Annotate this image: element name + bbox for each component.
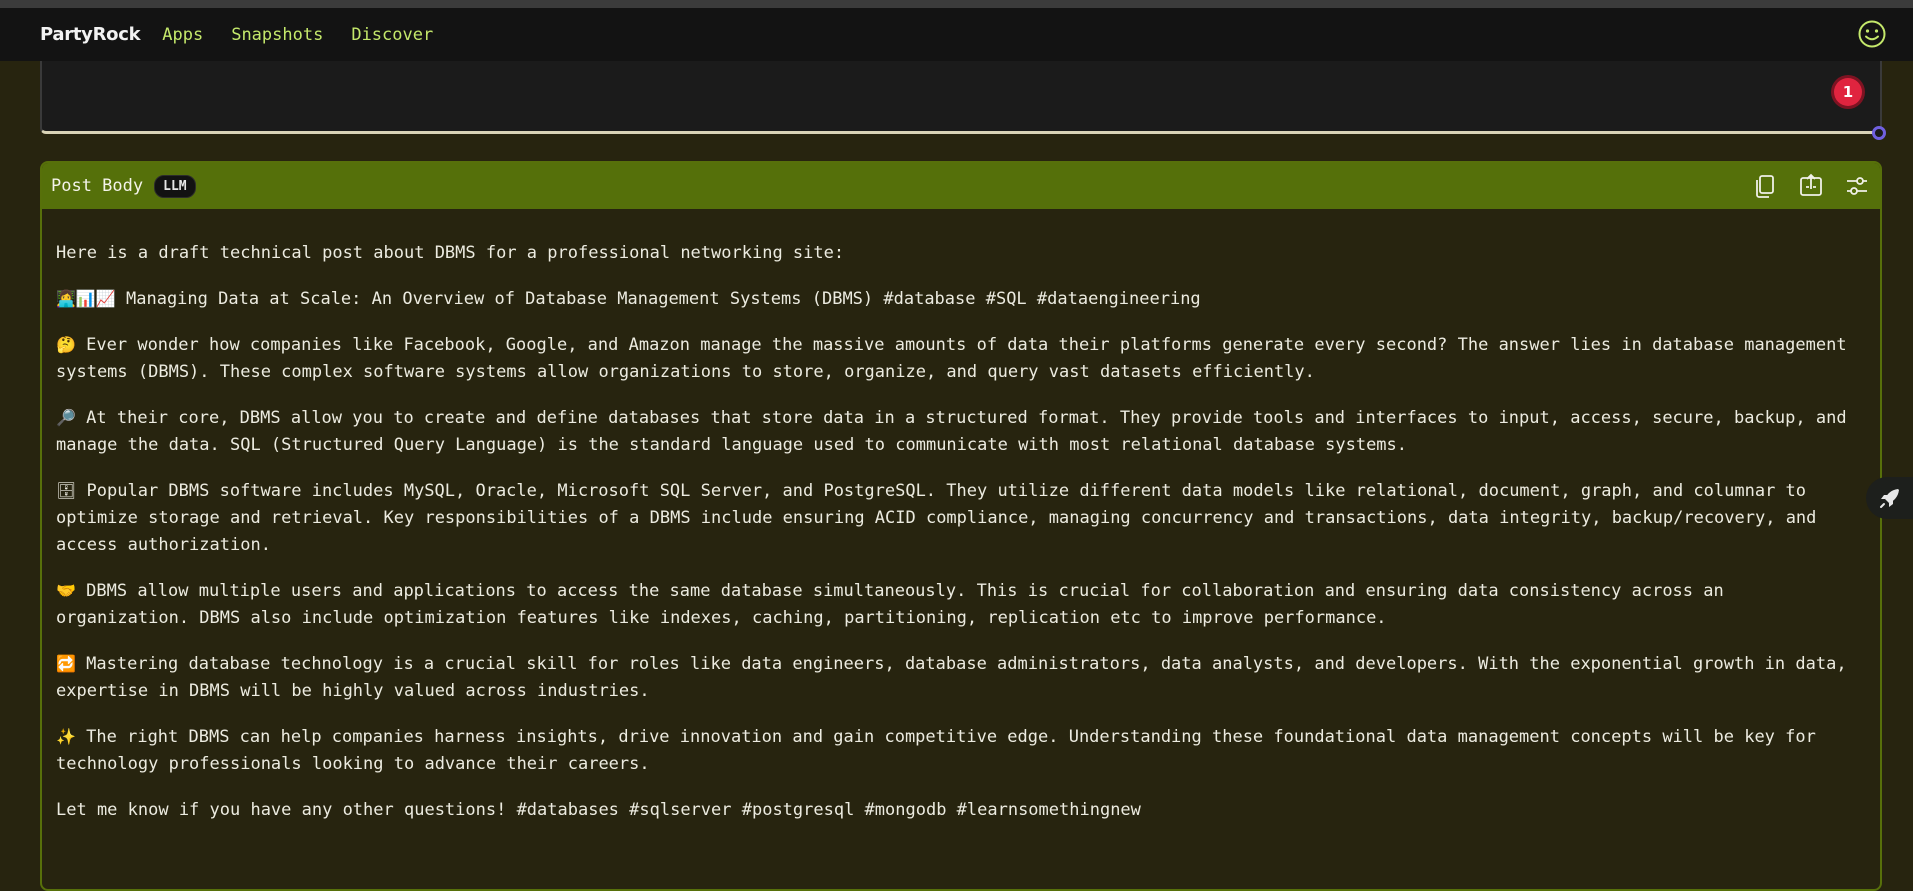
nav-link-apps[interactable]: Apps	[162, 25, 203, 45]
top-navbar: PartyRock Apps Snapshots Discover	[0, 8, 1913, 61]
paragraph-emoji: 🔁	[56, 654, 76, 673]
paragraph-text: Ever wonder how companies like Facebook,…	[56, 335, 1857, 382]
post-body-widget: Post Body LLM Here is a draft technical …	[40, 161, 1882, 891]
brand-logo[interactable]: PartyRock	[40, 24, 141, 45]
paragraph-text: The right DBMS can help companies harnes…	[56, 727, 1827, 774]
post-paragraph: 👩‍💻📊📈 Managing Data at Scale: An Overvie…	[56, 285, 1866, 313]
post-paragraph: Let me know if you have any other questi…	[56, 796, 1866, 824]
paragraph-text: Managing Data at Scale: An Overview of D…	[115, 289, 1201, 309]
paragraph-emoji: 👩‍💻📊📈	[56, 289, 116, 308]
widget-actions	[1752, 173, 1870, 199]
post-paragraph: 🗄 Popular DBMS software includes MySQL, …	[56, 477, 1866, 559]
paragraph-text: At their core, DBMS allow you to create …	[56, 408, 1857, 455]
browser-top-strip	[0, 0, 1913, 8]
nav-link-snapshots[interactable]: Snapshots	[231, 25, 323, 45]
rocket-launch-icon[interactable]	[1866, 477, 1913, 519]
paragraph-text: Mastering database technology is a cruci…	[56, 654, 1857, 701]
settings-sliders-icon[interactable]	[1844, 173, 1870, 199]
post-paragraph: 🤔 Ever wonder how companies like Faceboo…	[56, 331, 1866, 386]
paragraph-emoji: 🔎	[56, 408, 76, 427]
paragraph-text: Here is a draft technical post about DBM…	[56, 243, 845, 263]
post-paragraph: ✨ The right DBMS can help companies harn…	[56, 723, 1866, 778]
export-icon[interactable]	[1798, 173, 1824, 199]
post-paragraph: 🔎 At their core, DBMS allow you to creat…	[56, 404, 1866, 459]
paragraph-emoji: 🗄	[56, 481, 77, 500]
paragraph-emoji: 🤝	[56, 581, 76, 600]
smiley-face-icon[interactable]	[1857, 19, 1887, 49]
paragraph-text: DBMS allow multiple users and applicatio…	[56, 581, 1734, 628]
widget-output: Here is a draft technical post about DBM…	[42, 209, 1880, 824]
copy-icon[interactable]	[1752, 173, 1778, 199]
paragraph-text: Let me know if you have any other questi…	[56, 800, 1141, 820]
resize-handle[interactable]	[1872, 126, 1886, 140]
post-paragraph: 🔁 Mastering database technology is a cru…	[56, 650, 1866, 705]
widget-header: Post Body LLM	[42, 163, 1880, 209]
nav-link-discover[interactable]: Discover	[351, 25, 433, 45]
post-paragraph: 🤝 DBMS allow multiple users and applicat…	[56, 577, 1866, 632]
paragraph-emoji: 🤔	[56, 335, 76, 354]
previous-widget-card: 1	[40, 61, 1886, 140]
post-paragraph: Here is a draft technical post about DBM…	[56, 239, 1866, 267]
paragraph-emoji: ✨	[56, 727, 76, 746]
llm-tag: LLM	[154, 174, 196, 198]
paragraph-text: Popular DBMS software includes MySQL, Or…	[56, 481, 1827, 555]
notification-badge[interactable]: 1	[1834, 78, 1862, 106]
widget-title: Post Body	[51, 176, 144, 196]
